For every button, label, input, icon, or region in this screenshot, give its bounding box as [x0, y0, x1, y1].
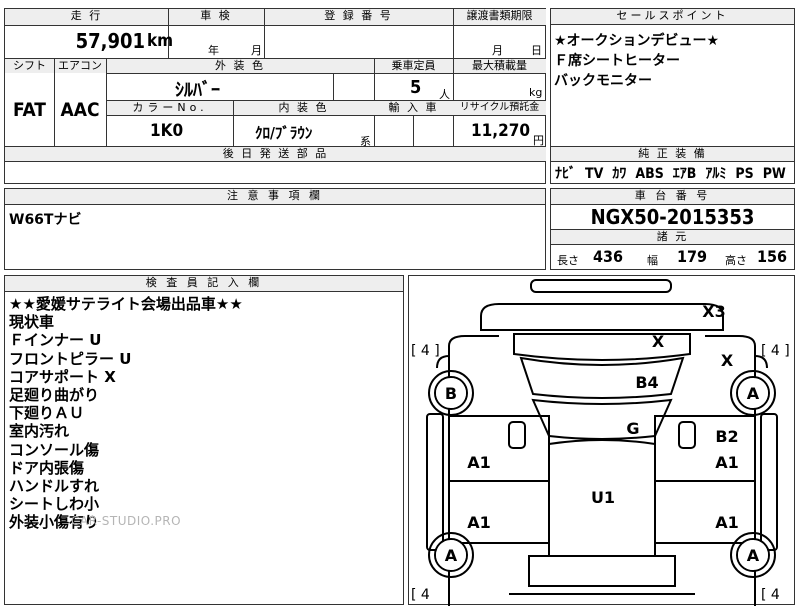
- import-car-header: 輸 入 車: [374, 101, 453, 115]
- mark-a1-right-front: A1: [715, 453, 739, 472]
- sales-point-line: バックモニター: [554, 73, 652, 89]
- interior-color-value: ｸﾛ/ﾌﾞﾗｳﾝ: [255, 124, 313, 142]
- equipment-item: ﾅﾋﾞ: [555, 166, 576, 182]
- tread-fr: [ 4 ]: [761, 343, 790, 359]
- inspector-line: Ｆインナー U: [9, 331, 102, 350]
- max-load-header: 最大積載量: [453, 59, 546, 73]
- inspector-line: ★★愛媛サテライト会場出品車★★: [9, 295, 243, 313]
- mark-x3: X3: [702, 302, 725, 321]
- transfer-deadline-header: 譲渡書類期限: [453, 9, 546, 25]
- mark-u1: U1: [591, 488, 615, 507]
- mark-a1-left-rear: A1: [467, 513, 491, 532]
- recycle-header: リサイクル預託金: [453, 101, 546, 115]
- main-table: 走 行 車 検 登 録 番 号 譲渡書類期限 57,901 km 年 月 月 日…: [4, 8, 546, 184]
- length-value: 436: [593, 247, 624, 266]
- capacity-header: 乗車定員: [374, 59, 453, 73]
- transfer-month: 月: [492, 44, 503, 57]
- width-value: 179: [677, 247, 708, 266]
- sales-points-header: セールスポイント: [551, 9, 794, 25]
- mark-a1-right-rear: A1: [715, 513, 739, 532]
- chassis-panel: 車 台 番 号 NGX50-2015353 諸 元 長さ 436 幅 179 高…: [550, 188, 795, 270]
- mileage-value: 57,901: [75, 29, 145, 53]
- car-diagram: X3 X X B4 G B2 A1 A1 U1 A1 A1 B A A A [ …: [411, 279, 790, 606]
- length-label: 長さ: [557, 254, 579, 267]
- inspector-line: 室内汚れ: [9, 422, 70, 441]
- tire-fl-mark: B: [445, 384, 457, 403]
- recycle-value: 11,270: [470, 121, 530, 141]
- equipment-item: ABS: [635, 166, 664, 182]
- inspection-header: 車 検: [168, 9, 264, 25]
- equipment-item: ｴｱB: [672, 166, 697, 182]
- capacity-value: 5: [410, 77, 422, 98]
- equipment-item: ｱﾙﾐ: [705, 166, 727, 182]
- tire-rl-mark: A: [445, 546, 458, 565]
- aircon-value: AAC: [60, 99, 100, 121]
- equipment-item: ｶﾜ: [612, 166, 627, 182]
- mark-g: G: [626, 419, 639, 438]
- sales-points-lines: ★オークションデビュー★ Ｆ席シートヒーター バックモニター: [554, 31, 719, 91]
- inspector-line: 現状車: [9, 313, 55, 332]
- sales-points-panel: セールスポイント ★オークションデビュー★ Ｆ席シートヒーター バックモニター …: [550, 8, 795, 184]
- later-parts-header: 後 日 発 送 部 品: [5, 147, 546, 161]
- inspector-line: シートしわ小: [9, 495, 100, 514]
- notes-header: 注 意 事 項 欄: [5, 189, 545, 205]
- transfer-day: 日: [531, 44, 542, 57]
- inspection-month: 月: [251, 44, 262, 57]
- car-diagram-panel: X3 X X B4 G B2 A1 A1 U1 A1 A1 B A A A [ …: [408, 275, 795, 606]
- inspector-line: コンソール傷: [9, 440, 100, 459]
- equipment-item: TV: [585, 166, 604, 182]
- inspector-panel: 検 査 員 記 入 欄 ★★愛媛サテライト会場出品車★★ 現状車 Ｆインナー U…: [4, 275, 404, 605]
- specs-header: 諸 元: [551, 230, 794, 244]
- equipment-header: 純 正 装 備: [551, 147, 794, 161]
- height-label: 高さ: [725, 254, 747, 267]
- tread-fl: [ 4 ]: [411, 343, 440, 359]
- mark-b2: B2: [715, 427, 738, 446]
- inspector-line: ドア内張傷: [9, 458, 85, 477]
- watermark: CAR-STUDIO.PRO: [71, 514, 182, 528]
- equipment-item: PW: [762, 166, 786, 182]
- tire-rr-mark: A: [747, 546, 760, 565]
- chassis-number: NGX50-2015353: [590, 205, 755, 229]
- mileage-unit: km: [147, 31, 174, 51]
- shift-value: FAT: [13, 99, 46, 121]
- inspector-header: 検 査 員 記 入 欄: [5, 276, 403, 292]
- shift-header: シフト: [5, 59, 54, 73]
- inspector-line: フロントピラー U: [9, 349, 132, 368]
- exterior-color-value: ｼﾙﾊﾞｰ: [175, 80, 220, 101]
- equipment-item: PS: [735, 166, 754, 182]
- tire-fr-mark: A: [747, 384, 760, 403]
- inspector-line: コアサポート X: [9, 367, 116, 386]
- color-no-header: カラーNo.: [107, 101, 233, 115]
- inspector-lines: ★★愛媛サテライト会場出品車★★ 現状車 Ｆインナー U フロントピラー U コ…: [9, 295, 243, 532]
- notes-panel: 注 意 事 項 欄 W66Tナビ: [4, 188, 546, 270]
- inspector-line: 下廻りＡＵ: [9, 404, 85, 423]
- aircon-header: エアコン: [54, 59, 106, 73]
- mark-x-hood: X: [652, 332, 665, 351]
- width-label: 幅: [647, 254, 658, 267]
- interior-color-header: 内 装 色: [233, 101, 374, 115]
- chassis-header: 車 台 番 号: [551, 189, 794, 205]
- exterior-color-header: 外 装 色: [106, 59, 374, 73]
- tread-rr: [ 4: [761, 587, 780, 603]
- inspector-line: 足廻り曲がり: [9, 386, 100, 405]
- sales-point-line: Ｆ席シートヒーター: [554, 53, 680, 69]
- equipment-list: ﾅﾋﾞ TV ｶﾜ ABS ｴｱB ｱﾙﾐ PS PW: [555, 163, 786, 183]
- max-load-unit: kg: [529, 86, 543, 99]
- inspection-year: 年: [208, 44, 219, 57]
- mark-b4: B4: [635, 373, 658, 392]
- inspector-line: ハンドルすれ: [9, 477, 100, 496]
- mark-x-right: X: [721, 351, 734, 370]
- color-no-value: 1K0: [150, 121, 184, 141]
- registration-header: 登 録 番 号: [264, 9, 453, 25]
- mileage-header: 走 行: [5, 9, 168, 25]
- notes-text: W66Tナビ: [9, 212, 82, 228]
- mark-a1-left-front: A1: [467, 453, 491, 472]
- height-value: 156: [757, 247, 788, 266]
- tread-rl: [ 4: [411, 587, 430, 603]
- sales-point-line: ★オークションデビュー★: [554, 33, 720, 49]
